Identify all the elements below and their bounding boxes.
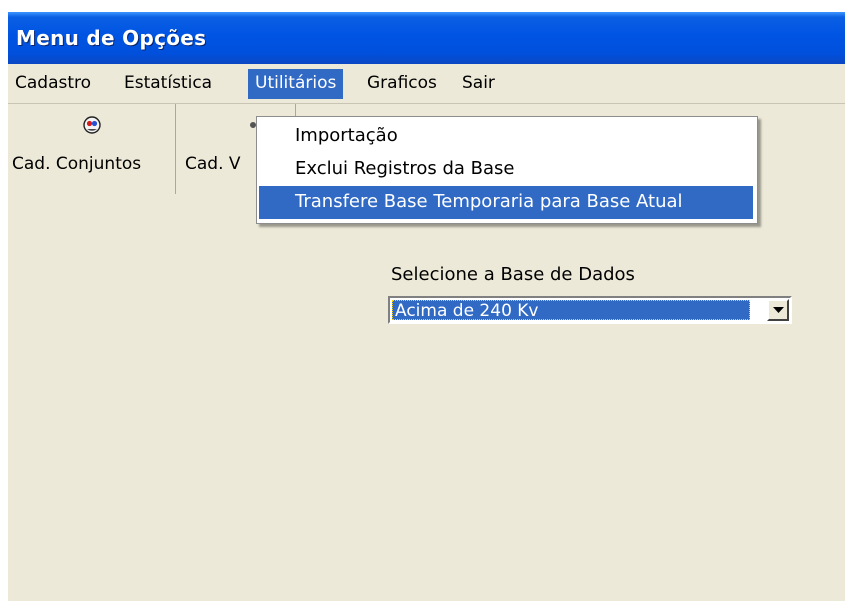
people-icon: [82, 116, 101, 134]
title-bar[interactable]: Menu de Opções: [8, 12, 845, 64]
utilitarios-dropdown-menu: Importação Exclui Registros da Base Tran…: [256, 116, 758, 224]
menu-item-transfere-base[interactable]: Transfere Base Temporaria para Base Atua…: [259, 186, 753, 219]
menu-graficos[interactable]: Graficos: [360, 69, 444, 99]
main-window: Menu de Opções Cadastro Estatística Util…: [8, 12, 845, 601]
cad-v-label: Cad. V: [185, 154, 241, 174]
window-title: Menu de Opções: [16, 26, 207, 50]
cad-conjuntos-label: Cad. Conjuntos: [12, 154, 142, 174]
content-area: Selecione a Base de Dados Acima de 240 K…: [8, 196, 845, 601]
menu-item-exclui-registros[interactable]: Exclui Registros da Base: [259, 153, 753, 186]
combobox-dropdown-button[interactable]: [767, 299, 789, 321]
database-combobox[interactable]: Acima de 240 Kv: [388, 296, 792, 324]
menu-cadastro[interactable]: Cadastro: [8, 69, 98, 99]
database-combobox-value: Acima de 240 Kv: [392, 300, 750, 320]
menu-estatistica[interactable]: Estatística: [117, 69, 219, 99]
menu-bar: Cadastro Estatística Utilitários Grafico…: [8, 64, 845, 104]
menu-item-importacao[interactable]: Importação: [259, 120, 753, 153]
database-selector-label: Selecione a Base de Dados: [391, 264, 635, 285]
menu-sair[interactable]: Sair: [455, 69, 502, 99]
chevron-down-icon: [773, 307, 784, 313]
menu-utilitarios[interactable]: Utilitários: [248, 69, 344, 99]
cad-conjuntos-button[interactable]: Cad. Conjuntos: [8, 104, 176, 194]
